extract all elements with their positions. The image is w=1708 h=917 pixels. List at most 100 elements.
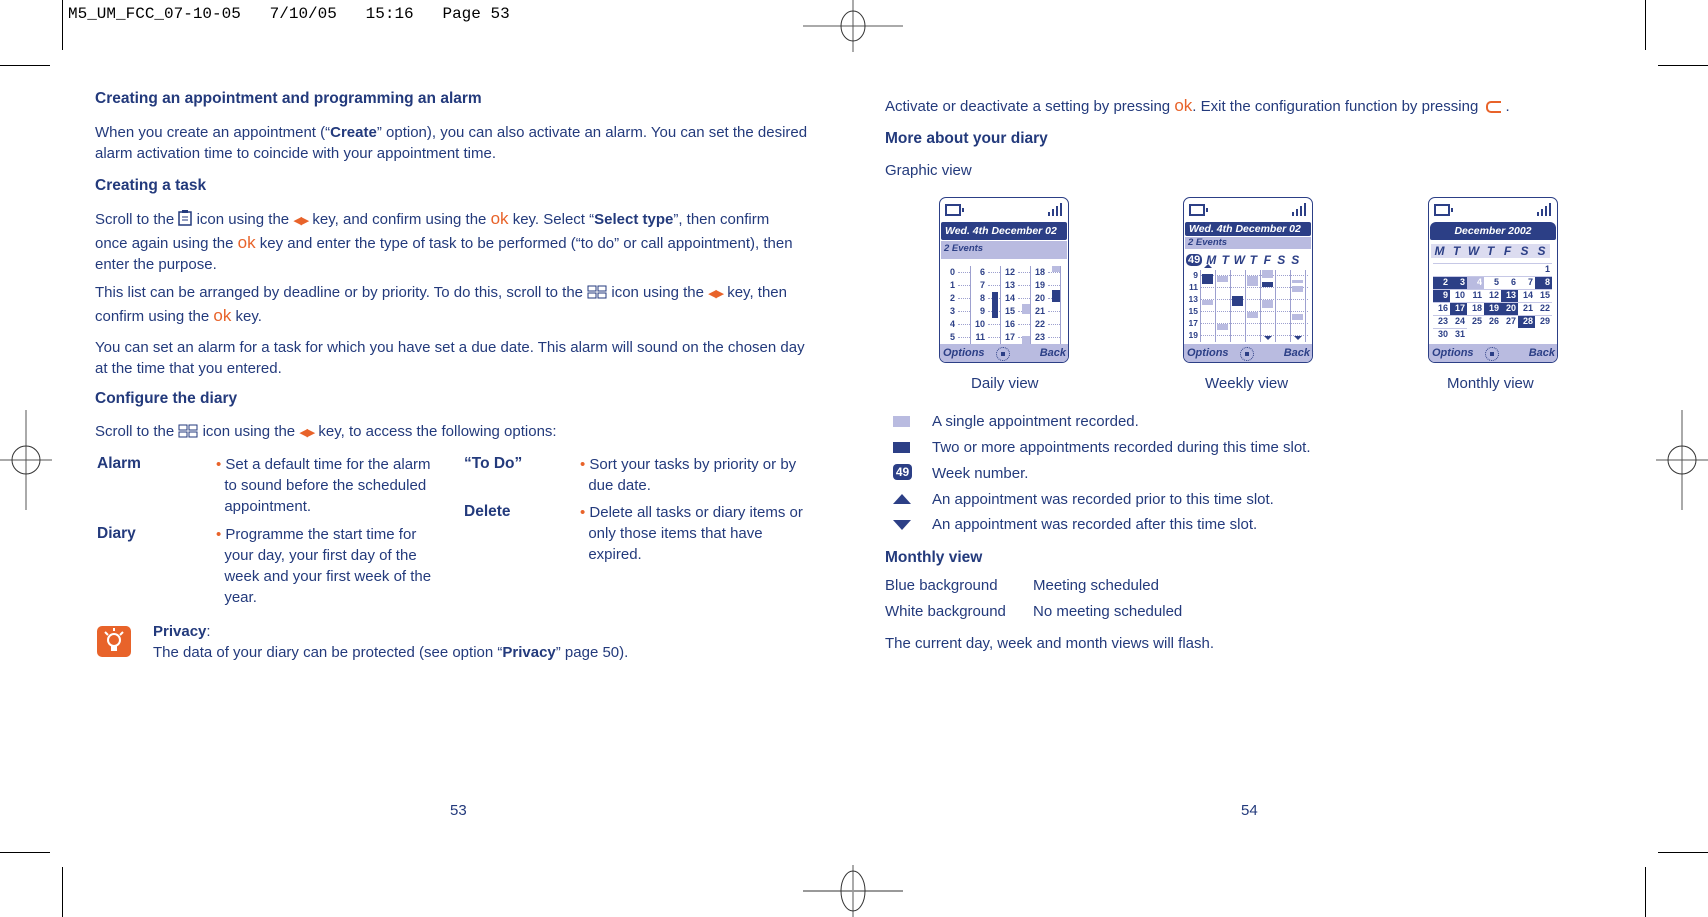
day-cell[interactable]: 7 bbox=[1518, 276, 1535, 289]
left-right-key-icon: ◀▶ bbox=[708, 288, 724, 300]
day-cell[interactable]: 9 bbox=[1433, 289, 1450, 302]
options-softkey[interactable]: Options bbox=[1187, 344, 1229, 362]
text: alarm activation time to coincide with y… bbox=[95, 145, 497, 162]
heading-configure: Configure the diary bbox=[95, 390, 238, 407]
day-cell[interactable]: 27 bbox=[1501, 315, 1518, 328]
day-cell[interactable]: 1 bbox=[1535, 263, 1552, 276]
day-cell[interactable]: 11 bbox=[1467, 289, 1484, 302]
day-cell[interactable]: 15 bbox=[1535, 289, 1552, 302]
day-cell[interactable]: 4 bbox=[1467, 276, 1484, 289]
tip-text: Privacy: The data of your diary can be p… bbox=[153, 623, 629, 661]
options-softkey[interactable]: Options bbox=[943, 344, 985, 362]
day-cell[interactable]: 30 bbox=[1433, 328, 1450, 341]
day-cell[interactable]: 29 bbox=[1535, 315, 1552, 328]
text: . Exit the configuration function by pre… bbox=[1192, 98, 1479, 115]
hour-rail bbox=[1060, 266, 1061, 344]
week-number-badge: 49 bbox=[1186, 254, 1203, 266]
day-cell[interactable]: 26 bbox=[1484, 315, 1501, 328]
text: key, and confirm using the bbox=[312, 211, 487, 228]
crop-mark bbox=[1645, 0, 1646, 50]
single-appointment-block bbox=[1022, 336, 1030, 344]
heading-more-diary: More about your diary bbox=[885, 130, 1048, 147]
day-cell[interactable]: 20 bbox=[1501, 302, 1518, 315]
day-cell[interactable]: 31 bbox=[1450, 328, 1467, 341]
hour-slot-line bbox=[988, 324, 1000, 325]
multi-appointment-block bbox=[1052, 290, 1060, 302]
diary-config-icon bbox=[587, 285, 607, 299]
options-softkey[interactable]: Options bbox=[1432, 344, 1474, 362]
phone-weekly-view: Wed. 4th December 02 2 Events 49 M T W T F S S … bbox=[1183, 197, 1313, 363]
hour-slot-line bbox=[1048, 311, 1060, 312]
day-cell[interactable]: 17 bbox=[1450, 302, 1467, 315]
softkey-bar: Options Back bbox=[1429, 344, 1557, 362]
back-softkey[interactable]: Back bbox=[1284, 344, 1310, 362]
flash-note: The current day, week and month views wi… bbox=[885, 635, 1215, 652]
single-appointment-block bbox=[1052, 266, 1060, 272]
back-softkey[interactable]: Back bbox=[1040, 344, 1066, 362]
ok-key-icon: ok bbox=[1174, 96, 1193, 115]
day-cell[interactable]: 19 bbox=[1484, 302, 1501, 315]
option-desc-diary: • Programme the start time for your day,… bbox=[216, 524, 451, 608]
text: key, to access the following options: bbox=[318, 423, 557, 440]
day-cell[interactable]: 23 bbox=[1433, 315, 1450, 328]
day-cell[interactable]: 14 bbox=[1518, 289, 1535, 302]
empty-day-cell bbox=[1450, 263, 1467, 276]
day-cell[interactable]: 12 bbox=[1484, 289, 1501, 302]
single-appointment-block bbox=[1217, 276, 1228, 282]
option-desc-alarm: • Set a default time for the alarm to so… bbox=[216, 454, 451, 517]
monthly-key-2: White background bbox=[885, 603, 1006, 620]
weekday-label: W bbox=[1465, 244, 1482, 258]
day-divider bbox=[1290, 270, 1291, 342]
clear-key-icon bbox=[1486, 101, 1502, 114]
day-cell[interactable]: 18 bbox=[1467, 302, 1484, 315]
week-number-icon: 49 bbox=[893, 464, 912, 480]
hour-label: 3 bbox=[949, 306, 955, 316]
registration-mark-top bbox=[803, 0, 903, 52]
day-cell[interactable]: 2 bbox=[1433, 276, 1450, 289]
single-appointment-block bbox=[1262, 300, 1273, 308]
screen-title: December 2002 bbox=[1430, 222, 1556, 240]
single-appointment-block bbox=[1217, 324, 1228, 330]
hour-label: 19 bbox=[1188, 330, 1198, 340]
day-cell[interactable]: 16 bbox=[1433, 302, 1450, 315]
phone-monthly-view: December 2002 MTWTFSS 1 2 3 4 5 6 7 8 9 10 11 12 13 1… bbox=[1428, 197, 1558, 363]
hour-label: 20 bbox=[1034, 293, 1045, 303]
day-cell[interactable]: 5 bbox=[1484, 276, 1501, 289]
day-cell[interactable]: 24 bbox=[1450, 315, 1467, 328]
hour-rail bbox=[1030, 266, 1031, 344]
day-cell[interactable]: 28 bbox=[1518, 315, 1535, 328]
day-cell[interactable]: 25 bbox=[1467, 315, 1484, 328]
day-cell[interactable]: 3 bbox=[1450, 276, 1467, 289]
tip-title: Privacy bbox=[153, 623, 207, 640]
hour-label: 22 bbox=[1034, 319, 1045, 329]
text: only those items that have bbox=[588, 525, 763, 542]
weekday-label: T bbox=[1249, 253, 1257, 267]
day-divider bbox=[1260, 270, 1261, 342]
status-bar bbox=[1429, 198, 1557, 222]
text: icon using the bbox=[196, 211, 290, 228]
heading-task: Creating a task bbox=[95, 177, 207, 194]
single-appointment-block bbox=[1292, 286, 1303, 292]
hour-slot-line bbox=[958, 272, 970, 273]
weekly-grid: 9 11 13 15 17 19 bbox=[1186, 264, 1310, 342]
paragraph-alarm: You can set an alarm for a task for whic… bbox=[95, 337, 822, 379]
hour-label: 6 bbox=[979, 267, 985, 277]
back-softkey[interactable]: Back bbox=[1529, 344, 1555, 362]
bullet: • bbox=[216, 526, 226, 543]
day-cell[interactable]: 8 bbox=[1535, 276, 1552, 289]
signal-icon bbox=[1292, 203, 1306, 216]
text: This list can be arranged by deadline or… bbox=[95, 284, 584, 301]
hour-slot-line bbox=[1018, 298, 1030, 299]
paragraph-configure: Scroll to the icon using the ◀▶ key, to … bbox=[95, 421, 822, 444]
triangle-up-icon bbox=[1204, 264, 1212, 268]
day-cell[interactable]: 6 bbox=[1501, 276, 1518, 289]
text: You can set an alarm for a task for whic… bbox=[95, 339, 805, 356]
day-cell[interactable]: 21 bbox=[1518, 302, 1535, 315]
day-cell[interactable]: 13 bbox=[1501, 289, 1518, 302]
text: at the time that you entered. bbox=[95, 360, 282, 377]
hour-slot-line bbox=[1048, 324, 1060, 325]
screen-subtitle: 2 Events bbox=[1185, 237, 1311, 249]
day-cell[interactable]: 10 bbox=[1450, 289, 1467, 302]
day-cell[interactable]: 22 bbox=[1535, 302, 1552, 315]
bold-privacy: Privacy bbox=[502, 644, 556, 661]
